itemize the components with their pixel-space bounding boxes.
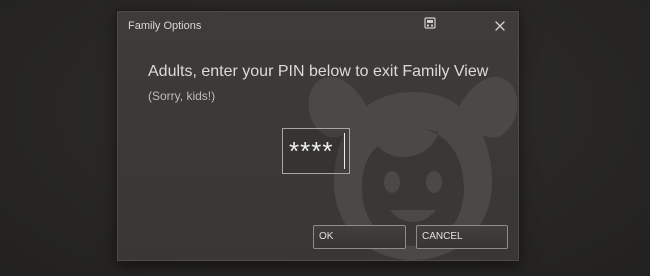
close-icon[interactable] xyxy=(492,18,508,34)
pin-masked-value: **** xyxy=(289,136,334,166)
family-options-dialog: Family Options Adults, enter your PIN be… xyxy=(117,11,519,261)
cancel-button[interactable]: CANCEL xyxy=(416,225,508,249)
text-caret xyxy=(344,133,345,169)
pin-input[interactable]: **** xyxy=(282,128,350,174)
family-view-icon xyxy=(424,17,436,29)
dialog-title: Family Options xyxy=(128,20,202,32)
ok-button[interactable]: OK xyxy=(313,225,406,249)
pin-prompt-subtext: (Sorry, kids!) xyxy=(148,89,216,103)
dialog-titlebar[interactable]: Family Options xyxy=(118,12,518,42)
pin-prompt-heading: Adults, enter your PIN below to exit Fam… xyxy=(148,63,489,80)
